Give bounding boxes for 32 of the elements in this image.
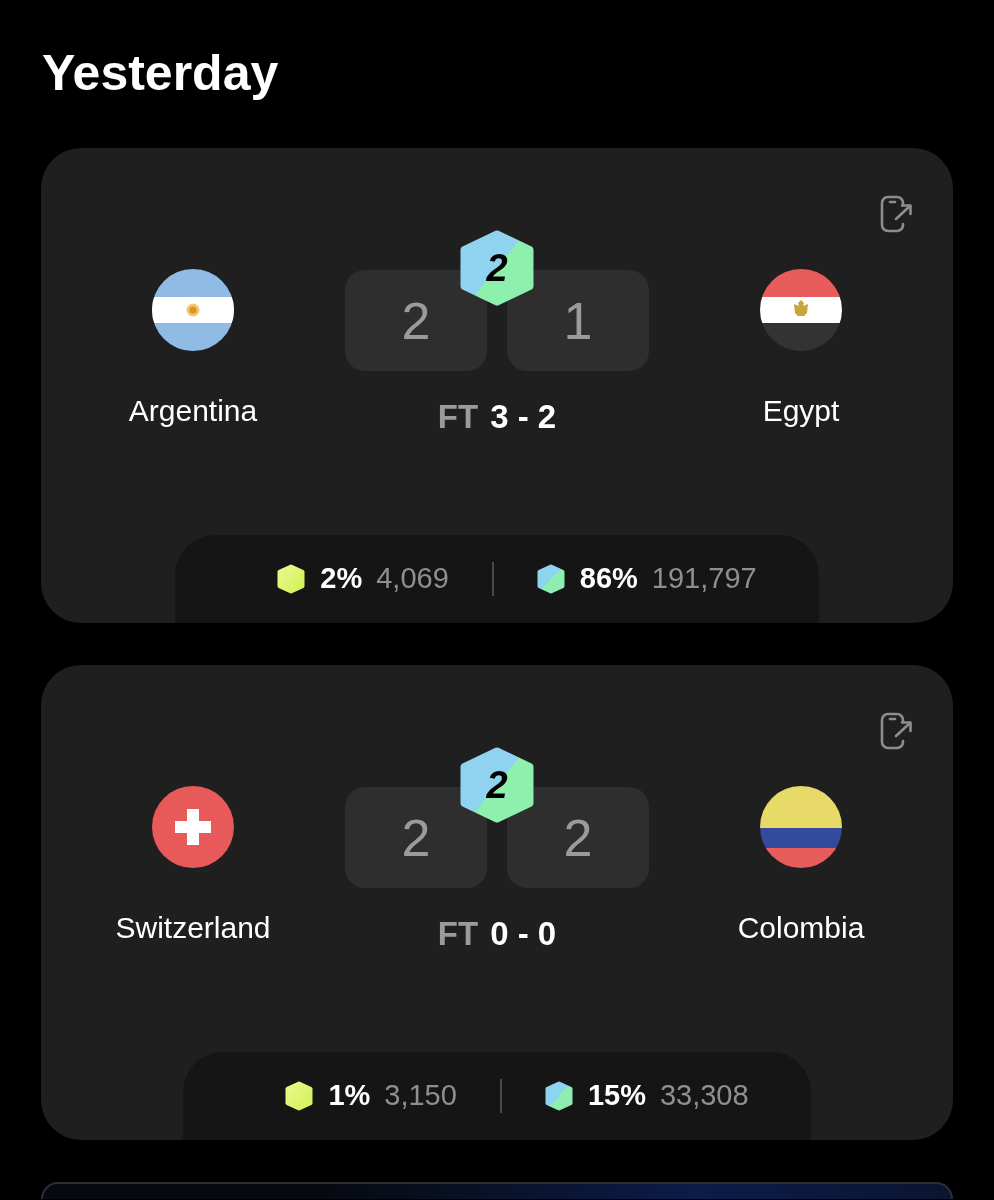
final-score: 0 - 0 xyxy=(490,914,557,954)
vote-percent: 1% xyxy=(328,1078,371,1114)
match-status: FT xyxy=(437,914,479,954)
home-team-name: Argentina xyxy=(128,393,258,429)
vote-count: 3,150 xyxy=(384,1078,457,1114)
egypt-flag-icon xyxy=(760,269,842,351)
final-score: 3 - 2 xyxy=(490,397,557,437)
hexagon-badge: 2 xyxy=(460,230,534,306)
hexagon-icon xyxy=(544,1081,573,1111)
vote-count: 191,797 xyxy=(651,561,757,597)
hexagon-icon xyxy=(285,1081,314,1111)
score-box: 2 xyxy=(507,787,649,888)
share-button[interactable] xyxy=(880,712,913,750)
score-box: 1 xyxy=(507,270,649,371)
vote-percent: 86% xyxy=(579,561,638,597)
vote-percent: 2% xyxy=(320,561,363,597)
vote-count: 33,308 xyxy=(659,1078,749,1114)
match-status: FT xyxy=(437,397,479,437)
home-team-name: Switzerland xyxy=(115,910,271,946)
hexagon-icon xyxy=(536,564,565,594)
vote-percent: 15% xyxy=(587,1078,646,1114)
score-box: 2 xyxy=(345,270,487,371)
hexagon-icon xyxy=(277,564,306,594)
vote-count: 4,069 xyxy=(376,561,449,597)
hexagon-badge: 2 xyxy=(460,747,534,823)
colombia-flag-icon xyxy=(760,786,842,868)
score-box: 2 xyxy=(345,787,487,888)
away-team-name: Colombia xyxy=(737,910,865,946)
away-team-name: Egypt xyxy=(762,393,840,429)
share-button[interactable] xyxy=(880,195,913,233)
section-heading: Yesterday xyxy=(42,44,280,103)
switzerland-flag-icon xyxy=(152,786,234,868)
